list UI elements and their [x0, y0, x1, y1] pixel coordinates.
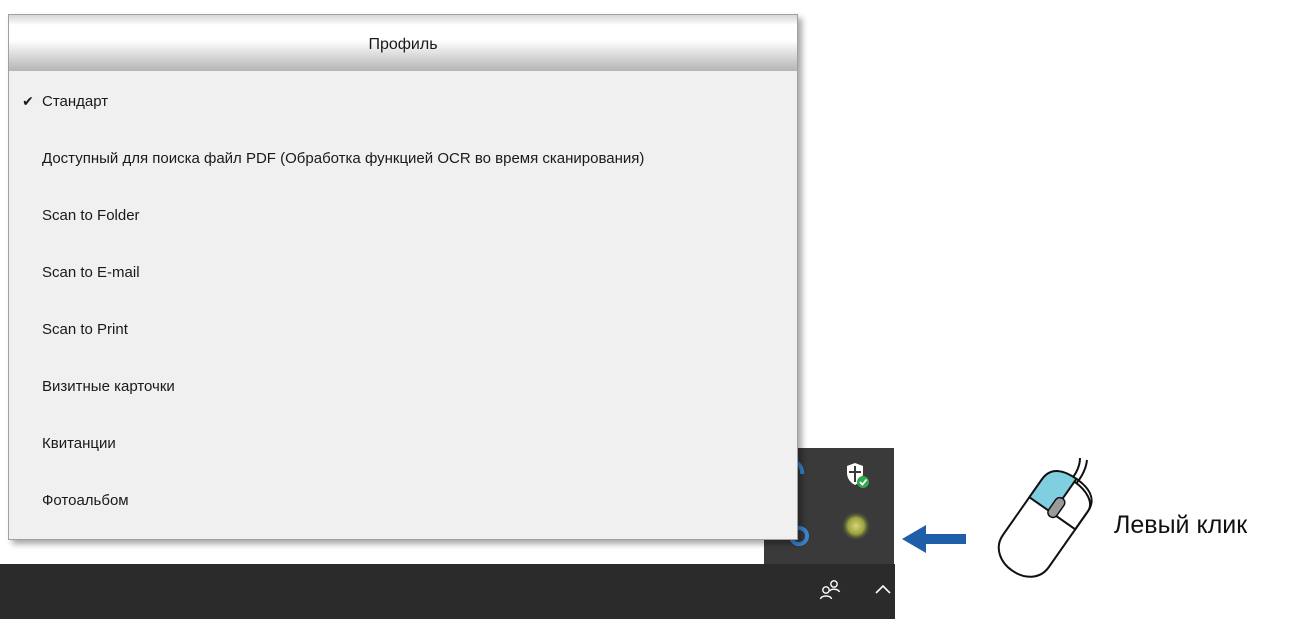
menu-item-receipts[interactable]: Квитанции — [9, 415, 797, 472]
menu-title: Профиль — [9, 15, 797, 71]
arrow-shape — [902, 525, 966, 553]
menu-item-scan-to-folder[interactable]: Scan to Folder — [9, 187, 797, 244]
menu-item-label: Квитанции — [42, 435, 116, 452]
arrow-left-icon — [900, 522, 970, 556]
menu-item-scan-to-print[interactable]: Scan to Print — [9, 301, 797, 358]
chevron-up-icon[interactable] — [874, 582, 892, 596]
menu-item-label: Scan to Print — [42, 321, 128, 338]
menu-item-label: Scan to Folder — [42, 207, 140, 224]
menu-item-scan-to-email[interactable]: Scan to E-mail — [9, 244, 797, 301]
taskbar — [0, 564, 895, 619]
menu-list: ✔ Стандарт Доступный для поиска файл PDF… — [9, 73, 797, 529]
menu-item-business-cards[interactable]: Визитные карточки — [9, 358, 797, 415]
scanner-status-icon[interactable] — [840, 510, 872, 542]
people-icon[interactable] — [818, 578, 842, 602]
windows-security-shield-icon[interactable] — [844, 460, 870, 490]
menu-item-label: Scan to E-mail — [42, 264, 140, 281]
menu-item-searchable-pdf[interactable]: Доступный для поиска файл PDF (Обработка… — [9, 130, 797, 187]
caption-left-click: Левый клик — [1114, 511, 1248, 539]
menu-item-label: Фотоальбом — [42, 492, 129, 509]
check-icon: ✔ — [22, 93, 34, 109]
mouse-icon — [982, 448, 1102, 593]
screenshot: Профиль ✔ Стандарт Доступный для поиска … — [0, 0, 1290, 619]
menu-item-label: Визитные карточки — [42, 378, 175, 395]
profile-menu: Профиль ✔ Стандарт Доступный для поиска … — [8, 14, 798, 540]
menu-item-photo-album[interactable]: Фотоальбом — [9, 472, 797, 529]
menu-item-label: Стандарт — [42, 93, 109, 110]
menu-item-label: Доступный для поиска файл PDF (Обработка… — [42, 150, 645, 167]
menu-item-standard[interactable]: ✔ Стандарт — [9, 73, 797, 130]
